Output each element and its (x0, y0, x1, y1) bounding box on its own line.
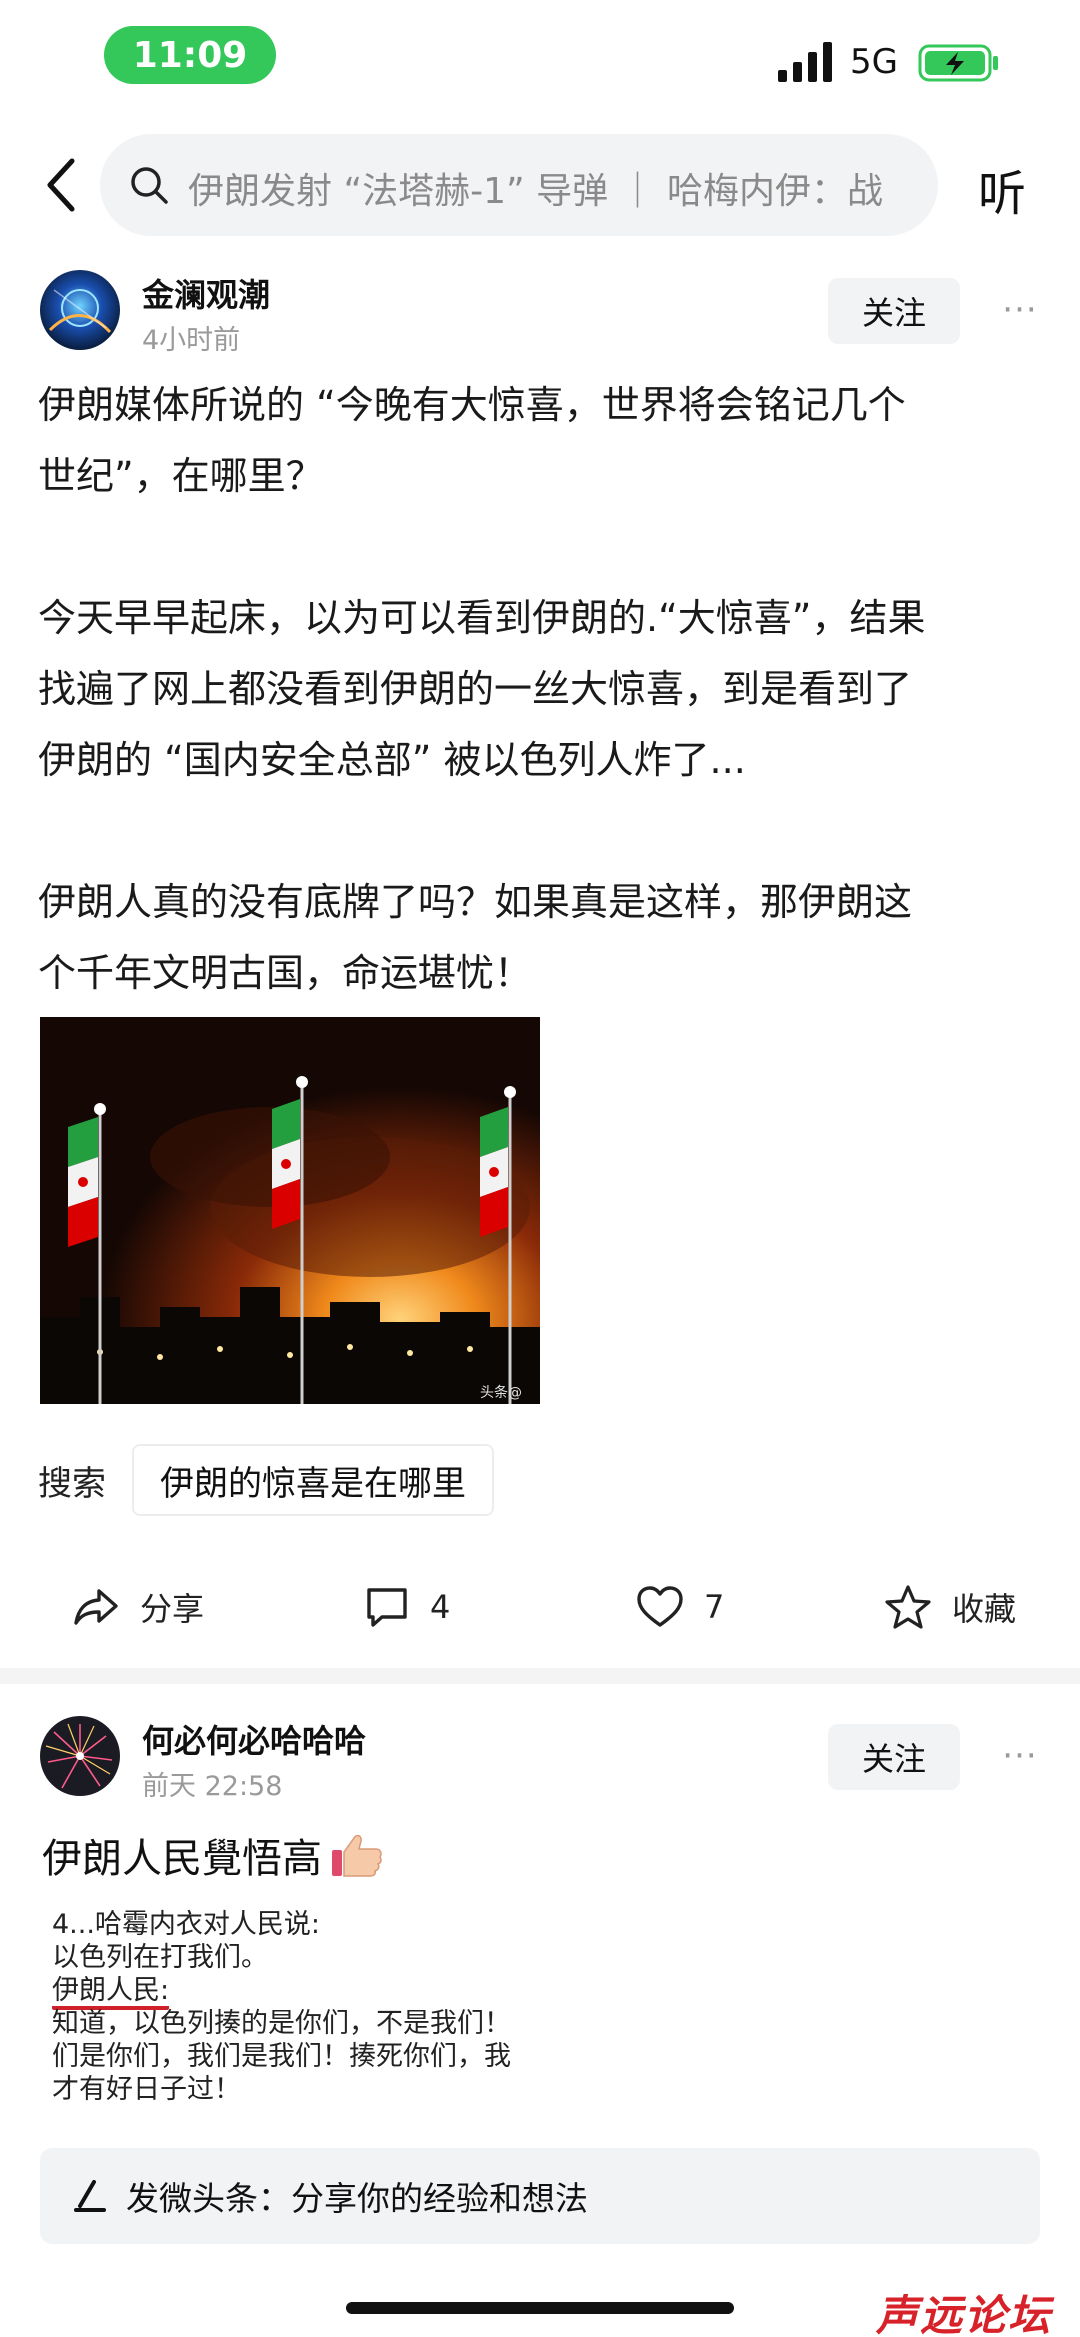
post-title-text: 伊朗人民覺悟高 (42, 1836, 322, 1882)
quote-underlined-text: 伊朗人民: (52, 1975, 170, 2010)
post-title: 伊朗人民覺悟高 (42, 1826, 384, 1884)
avatar-image (40, 270, 120, 350)
follow-button[interactable]: 关注 (828, 1724, 960, 1790)
favorite-button[interactable]: 收藏 (884, 1570, 1016, 1644)
battery-charging-icon (918, 44, 998, 82)
post-time: 4小时前 (142, 325, 241, 356)
share-button[interactable]: 分享 (72, 1570, 204, 1644)
back-button[interactable] (30, 152, 90, 218)
author-avatar[interactable] (40, 1716, 120, 1796)
flags-night-explosion-image: 头条@ (40, 1017, 540, 1404)
post-text-line: 世纪”，在哪里？ (38, 454, 324, 498)
heart-icon (637, 1586, 683, 1627)
search-bar[interactable]: 伊朗发射 “法塔赫-1” 导弹 ｜ 哈梅内伊：战 (100, 134, 938, 236)
signal-bars-icon (778, 42, 832, 82)
related-search-chip[interactable]: 伊朗的惊喜是在哪里 (132, 1444, 494, 1516)
quote-line: 4...哈霉内衣对人民说: (52, 1909, 321, 1940)
related-search-label: 搜索 (38, 1463, 106, 1504)
post-time: 前天 22:58 (142, 1771, 283, 1802)
follow-button[interactable]: 关注 (828, 278, 960, 344)
related-search-row: 搜索 伊朗的惊喜是在哪里 (38, 1444, 494, 1516)
share-icon (74, 1589, 118, 1625)
comment-icon (367, 1588, 407, 1627)
quote-line: 伊朗人民: (52, 1974, 528, 2010)
post-text-line: 找遍了网上都没看到伊朗的一丝大惊喜，到是看到了 (38, 667, 913, 711)
more-options-button[interactable]: ··· (990, 1736, 1050, 1776)
image-watermark: 头条@ (480, 1384, 522, 1401)
quote-line: 们是你们，我们是我们！揍死你们，我 (52, 2041, 511, 2072)
status-time: 11:09 (104, 26, 276, 84)
fireworks-avatar-image (40, 1716, 120, 1796)
forum-watermark: 声远论坛 (876, 2291, 1053, 2337)
post-image[interactable]: 头条@ (40, 1017, 540, 1404)
post-action-bar: 分享 4 7 收藏 (0, 1570, 1080, 1644)
quote-line: 才有好日子过！ (52, 2074, 241, 2105)
post-text-line: 个千年文明古国，命运堪忧！ (38, 951, 533, 995)
search-query-text: 伊朗发射 “法塔赫-1” 导弹 ｜ 哈梅内伊：战 (188, 171, 883, 212)
post-body: 伊朗媒体所说的 “今晚有大惊喜，世界将会铭记几个 世纪”，在哪里？ 今天早早起床… (38, 370, 1038, 1009)
like-count: 7 (704, 1588, 725, 1626)
author-name[interactable]: 何必何必哈哈哈 (142, 1716, 366, 1762)
star-icon (885, 1585, 931, 1629)
comment-count: 4 (430, 1588, 451, 1626)
compose-bar[interactable]: 发微头条：分享你的经验和想法 (40, 2148, 1040, 2244)
status-bar: 11:09 5G (0, 0, 1080, 120)
favorite-label: 收藏 (952, 1590, 1017, 1628)
compose-placeholder: 发微头条：分享你的经验和想法 (126, 2179, 588, 2218)
home-indicator[interactable] (346, 2302, 734, 2314)
quote-line: 以色列在打我们。 (52, 1942, 268, 1973)
network-type: 5G (850, 42, 898, 82)
more-options-button[interactable]: ··· (990, 290, 1050, 330)
top-nav-bar: 伊朗发射 “法塔赫-1” 导弹 ｜ 哈梅内伊：战 听 (0, 130, 1080, 240)
post-text-line: 伊朗的 “国内安全总部” 被以色列人炸了... (38, 738, 746, 782)
post-text-image[interactable]: 4...哈霉内衣对人民说: 以色列在打我们。 伊朗人民: 知道，以色列揍的是你们… (40, 1904, 540, 2132)
feed-divider (0, 1668, 1080, 1684)
listen-button[interactable]: 听 (978, 154, 1026, 224)
author-avatar[interactable] (40, 270, 120, 350)
comment-button[interactable]: 4 (364, 1570, 450, 1644)
thumbs-up-icon (332, 1834, 382, 1877)
quote-line: 知道，以色列揍的是你们，不是我们！ (52, 2008, 511, 2039)
like-button[interactable]: 7 (636, 1570, 724, 1644)
chevron-left-icon (47, 158, 75, 212)
post-text-line: 伊朗媒体所说的 “今晚有大惊喜，世界将会铭记几个 (38, 383, 906, 427)
search-icon (131, 167, 168, 204)
share-label: 分享 (140, 1590, 205, 1628)
post-text-line: 今天早早起床，以为可以看到伊朗的.“大惊喜”，结果 (38, 596, 926, 640)
author-name[interactable]: 金澜观潮 (142, 270, 270, 316)
post-text-line: 伊朗人真的没有底牌了吗？如果真是这样，那伊朗这 (38, 880, 913, 924)
pen-icon (74, 2180, 106, 2212)
